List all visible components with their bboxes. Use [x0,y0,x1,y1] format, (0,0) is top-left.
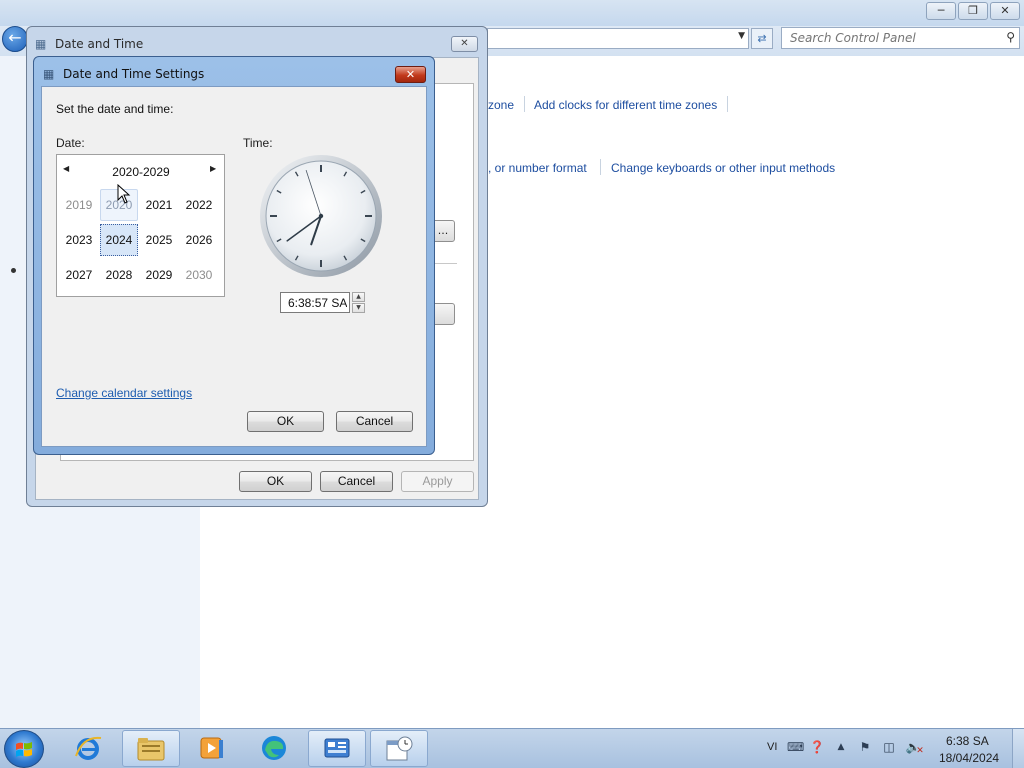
taskbar-media-player[interactable] [184,730,242,767]
close-button[interactable]: ✕ [990,2,1020,20]
date-time-settings-dialog: ▦ Date and Time Settings ✕ Set the date … [33,56,435,455]
taskbar-internet-explorer[interactable] [60,730,118,767]
dialog-title: Date and Time [55,37,144,51]
action-center-flag-icon[interactable]: ⚑ [857,739,873,755]
calendar-year-cell[interactable]: 2023 [60,224,98,256]
link-separator [727,96,728,112]
calendar-decade-header[interactable]: 2020-2029 [87,165,195,179]
previous-decade-button[interactable]: ◀ [63,164,69,173]
ok-button[interactable]: OK [247,411,324,432]
close-button[interactable]: ✕ [395,66,426,83]
link-separator [600,159,601,175]
change-keyboards-link[interactable]: Change keyboards or other input methods [611,161,835,175]
time-label: Time: [243,136,273,150]
address-bar[interactable]: ▼ [487,28,749,49]
calendar: ◀ 2020-2029 ▶ 2019 2020 2021 2022 2023 2… [56,154,225,297]
chevron-down-icon[interactable]: ▼ [738,31,745,41]
taskbar-clock-date[interactable]: 18/04/2024 [939,751,999,765]
control-panel-titlebar: ─ ❐ ✕ [0,0,1024,26]
clock-center-pin [318,213,324,219]
folder-icon [137,738,165,761]
language-indicator[interactable]: VI [767,741,777,753]
windows-logo-icon [16,742,32,757]
instruction-text: Set the date and time: [56,102,174,116]
calendar-clock-icon: ▦ [35,37,47,51]
next-decade-button[interactable]: ▶ [210,164,216,173]
change-calendar-settings-link[interactable]: Change calendar settings [56,386,192,400]
time-input[interactable] [281,293,347,312]
taskbar-clock-time[interactable]: 6:38 SA [946,734,989,748]
calendar-clock-icon: ▦ [43,67,55,81]
taskbar-microsoft-edge[interactable] [246,730,304,767]
search-box[interactable]: ⚲ [781,27,1020,49]
calendar-year-cell-selected[interactable]: 2024 [100,224,138,256]
calendar-year-cell[interactable]: 2029 [140,259,178,291]
internet-explorer-icon [75,736,102,760]
apply-button[interactable]: Apply [401,471,474,492]
keyboard-icon[interactable]: ⌨ [787,739,804,755]
taskbar-date-time-settings[interactable] [370,730,428,767]
show-hidden-icons-icon[interactable]: ▲ [833,739,849,755]
network-icon[interactable]: ◫ [881,739,897,755]
help-icon[interactable]: ❓ [809,739,825,755]
time-spinner[interactable]: ▲ ▼ [352,292,365,313]
cancel-button[interactable]: Cancel [320,471,393,492]
cancel-button[interactable]: Cancel [336,411,413,432]
media-player-icon [200,737,223,759]
calendar-year-cell[interactable]: 2022 [180,189,218,221]
control-panel-icon [324,738,350,758]
calendar-year-cell[interactable]: 2030 [180,259,218,291]
link-separator [524,96,525,112]
search-icon[interactable]: ⚲ [1006,30,1015,44]
back-button[interactable]: ← [2,26,28,52]
ok-button[interactable]: OK [239,471,312,492]
search-input[interactable] [782,28,992,48]
mouse-cursor-icon [117,184,131,204]
microsoft-edge-icon [262,736,286,760]
spin-down-button[interactable]: ▼ [352,303,365,313]
calendar-clock-icon [386,736,413,761]
dialog-body: Set the date and time: Date: Time: ◀ 202… [41,86,427,447]
time-field[interactable] [280,292,350,313]
start-button[interactable] [4,730,44,768]
time-zone-link[interactable]: zone [488,98,514,112]
mute-cross-icon: ✕ [916,746,924,756]
analog-clock [260,155,382,277]
close-button[interactable]: ✕ [451,36,478,52]
restore-button[interactable]: ❐ [958,2,988,20]
calendar-year-cell[interactable]: 2025 [140,224,178,256]
taskbar-file-explorer[interactable] [122,730,180,767]
spin-up-button[interactable]: ▲ [352,292,365,302]
date-label: Date: [56,136,85,150]
calendar-year-cell[interactable]: 2028 [100,259,138,291]
bullet-icon [11,268,16,273]
taskbar: VI ⌨ ❓ ▲ ⚑ ◫ 🔈 ✕ 6:38 SA 18/04/2024 [0,728,1024,768]
refresh-button[interactable]: ⇄ [751,28,773,49]
number-format-link[interactable]: , or number format [488,161,587,175]
calendar-year-cell[interactable]: 2021 [140,189,178,221]
taskbar-control-panel[interactable] [308,730,366,767]
minimize-button[interactable]: ─ [926,2,956,20]
add-clocks-link[interactable]: Add clocks for different time zones [534,98,717,112]
calendar-year-cell[interactable]: 2026 [180,224,218,256]
show-desktop-button[interactable] [1012,729,1024,768]
dialog-title: Date and Time Settings [63,67,205,81]
calendar-year-cell[interactable]: 2019 [60,189,98,221]
calendar-year-cell[interactable]: 2027 [60,259,98,291]
